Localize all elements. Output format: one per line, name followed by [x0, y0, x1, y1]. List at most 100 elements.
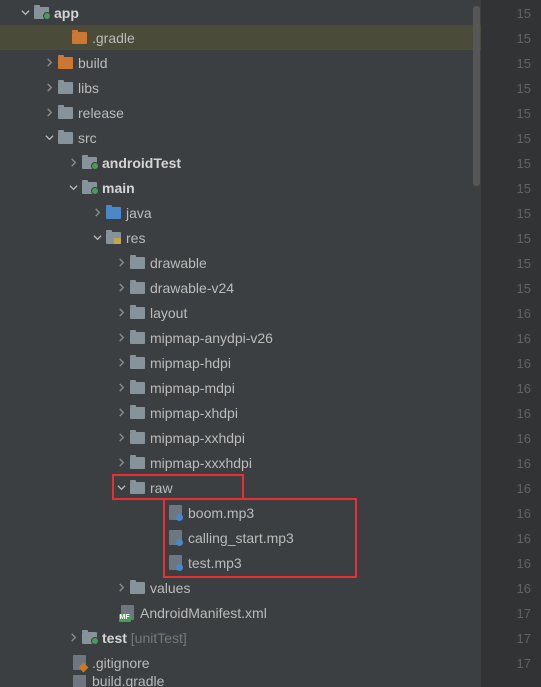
chevron-down-icon[interactable] [114, 483, 128, 492]
gutter-line-number: 15 [517, 256, 531, 271]
tree-item-mipmap-hdpi[interactable]: mipmap-hdpi [0, 350, 481, 375]
tree-label: build [78, 55, 108, 71]
chevron-right-icon[interactable] [42, 108, 56, 117]
tree-item-values[interactable]: values [0, 575, 481, 600]
tree-item-libs[interactable]: libs [0, 75, 481, 100]
gutter-line-number: 16 [517, 506, 531, 521]
tree-item-calling-start[interactable]: calling_start.mp3 [0, 525, 481, 550]
project-tree[interactable]: app .gradle build libs relea [0, 0, 481, 687]
folder-icon [128, 407, 146, 419]
tree-item-app[interactable]: app [0, 0, 481, 25]
chevron-right-icon[interactable] [114, 583, 128, 592]
gradle-file-icon [70, 675, 88, 687]
chevron-right-icon[interactable] [114, 408, 128, 417]
gutter-line-number: 15 [517, 56, 531, 71]
chevron-right-icon[interactable] [114, 283, 128, 292]
chevron-down-icon[interactable] [90, 233, 104, 242]
gutter-line-number: 15 [517, 81, 531, 96]
gutter-line-number: 16 [517, 556, 531, 571]
tree-item-mipmap-xxxhdpi[interactable]: mipmap-xxxhdpi [0, 450, 481, 475]
folder-icon [128, 457, 146, 469]
tree-label: test [unitTest] [102, 630, 187, 646]
folder-icon [56, 132, 74, 144]
tree-item-mipmap-anydpi[interactable]: mipmap-anydpi-v26 [0, 325, 481, 350]
tree-label: boom.mp3 [188, 505, 254, 521]
tree-item-boom[interactable]: boom.mp3 [0, 500, 481, 525]
tree-label: drawable-v24 [150, 280, 234, 296]
tree-item-main[interactable]: main [0, 175, 481, 200]
gutter-line-number: 15 [517, 6, 531, 21]
tree-item-build[interactable]: build [0, 50, 481, 75]
tree-label: test.mp3 [188, 555, 242, 571]
chevron-right-icon[interactable] [42, 83, 56, 92]
scrollbar-thumb[interactable] [473, 6, 480, 186]
tree-item-release[interactable]: release [0, 100, 481, 125]
res-folder-icon [104, 232, 122, 244]
tree-item-mipmap-xxhdpi[interactable]: mipmap-xxhdpi [0, 425, 481, 450]
gutter-line-number: 17 [517, 606, 531, 621]
tree-item-gradle[interactable]: .gradle [0, 25, 481, 50]
gutter-line-number: 16 [517, 431, 531, 446]
tree-label: app [54, 5, 79, 21]
gutter-line-number: 16 [517, 531, 531, 546]
chevron-right-icon[interactable] [66, 633, 80, 642]
tree-label: drawable [150, 255, 207, 271]
gutter-line-number: 15 [517, 31, 531, 46]
folder-icon [70, 32, 88, 44]
chevron-right-icon[interactable] [114, 383, 128, 392]
tree-item-test[interactable]: test [unitTest] [0, 625, 481, 650]
tree-item-mipmap-mdpi[interactable]: mipmap-mdpi [0, 375, 481, 400]
tree-item-androidtest[interactable]: androidTest [0, 150, 481, 175]
chevron-right-icon[interactable] [90, 208, 104, 217]
chevron-right-icon[interactable] [42, 58, 56, 67]
folder-icon [56, 57, 74, 69]
folder-icon [128, 482, 146, 494]
chevron-right-icon[interactable] [114, 333, 128, 342]
ide-root: app .gradle build libs relea [0, 0, 541, 687]
chevron-right-icon[interactable] [66, 158, 80, 167]
chevron-down-icon[interactable] [18, 8, 32, 17]
chevron-right-icon[interactable] [114, 458, 128, 467]
tree-label: main [102, 180, 135, 196]
tree-item-manifest[interactable]: AndroidManifest.xml [0, 600, 481, 625]
tree-item-drawable[interactable]: drawable [0, 250, 481, 275]
manifest-file-icon [118, 605, 136, 620]
gutter-line-number: 16 [517, 581, 531, 596]
tree-item-drawable-v24[interactable]: drawable-v24 [0, 275, 481, 300]
chevron-right-icon[interactable] [114, 433, 128, 442]
folder-icon [128, 282, 146, 294]
chevron-right-icon[interactable] [114, 258, 128, 267]
tree-label: mipmap-anydpi-v26 [150, 330, 273, 346]
audio-file-icon [166, 530, 184, 545]
tree-item-layout[interactable]: layout [0, 300, 481, 325]
gutter-line-number: 16 [517, 381, 531, 396]
audio-file-icon [166, 555, 184, 570]
tree-label: mipmap-hdpi [150, 355, 231, 371]
tree-item-raw[interactable]: raw [0, 475, 481, 500]
chevron-right-icon[interactable] [114, 308, 128, 317]
folder-icon [128, 257, 146, 269]
tree-item-test-mp3[interactable]: test.mp3 [0, 550, 481, 575]
tree-label: build.gradle [92, 675, 164, 687]
gutter-line-number: 16 [517, 306, 531, 321]
tree-item-java[interactable]: java [0, 200, 481, 225]
gutter-line-number: 15 [517, 281, 531, 296]
tree-label: androidTest [102, 155, 181, 171]
tree-label: java [126, 205, 152, 221]
chevron-down-icon[interactable] [66, 183, 80, 192]
chevron-right-icon[interactable] [114, 358, 128, 367]
tree-item-mipmap-xhdpi[interactable]: mipmap-xhdpi [0, 400, 481, 425]
folder-icon [128, 432, 146, 444]
gutter-line-number: 15 [517, 106, 531, 121]
tree-item-src[interactable]: src [0, 125, 481, 150]
folder-icon [128, 382, 146, 394]
gutter-line-number: 16 [517, 406, 531, 421]
tree-item-res[interactable]: res [0, 225, 481, 250]
tree-item-gitignore[interactable]: .gitignore [0, 650, 481, 675]
folder-icon [128, 582, 146, 594]
folder-icon [104, 207, 122, 219]
tree-item-build-gradle[interactable]: build.gradle [0, 675, 481, 687]
tree-label: mipmap-mdpi [150, 380, 235, 396]
tree-label: layout [150, 305, 187, 321]
chevron-down-icon[interactable] [42, 133, 56, 142]
